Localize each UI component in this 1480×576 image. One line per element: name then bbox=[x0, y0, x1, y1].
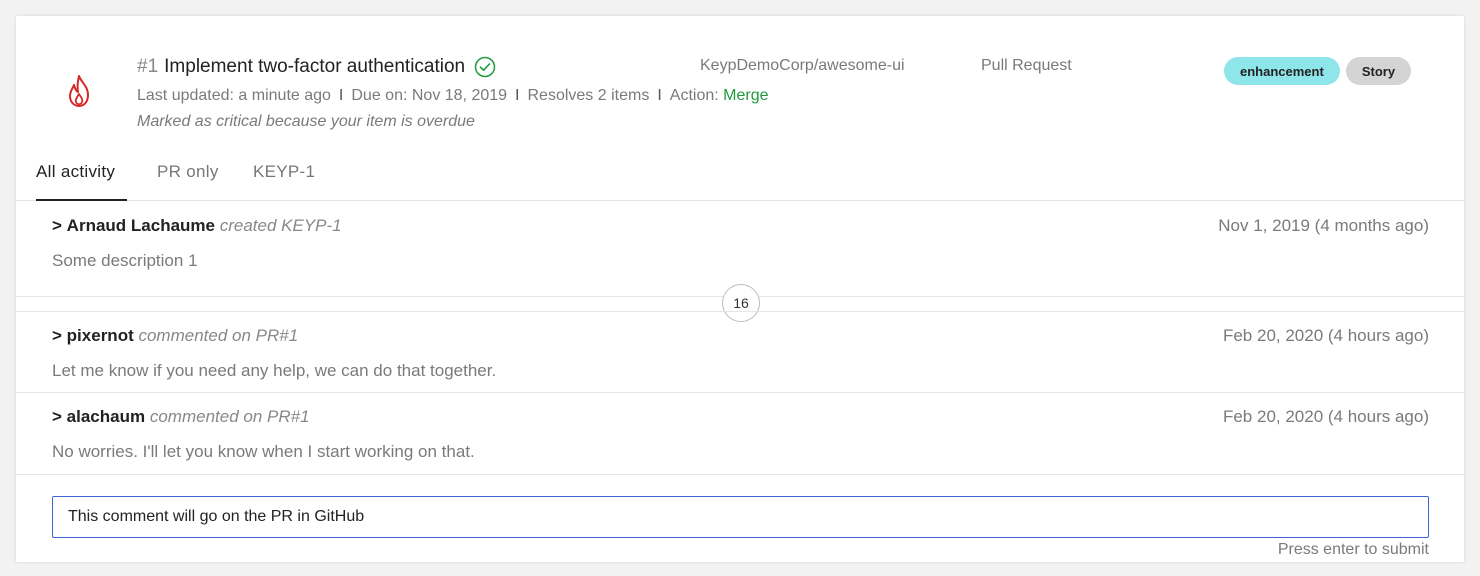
separator: I bbox=[515, 87, 520, 104]
separator: I bbox=[657, 87, 662, 104]
action-value: Merge bbox=[723, 87, 769, 104]
activity-entry: > pixernot commented on PR#1 Feb 20, 202… bbox=[16, 311, 1464, 393]
activity-tabs: All activity PR only KEYP-1 bbox=[16, 162, 1464, 201]
badge-story[interactable]: Story bbox=[1345, 57, 1412, 85]
badge-enhancement[interactable]: enhancement bbox=[1224, 57, 1340, 85]
activity-verb: created KEYP-1 bbox=[219, 216, 342, 235]
activity-verb: commented on PR#1 bbox=[138, 326, 299, 345]
activity-author: pixernot bbox=[66, 326, 134, 345]
expand-caret[interactable]: > bbox=[52, 407, 62, 426]
issue-number: #1 bbox=[137, 56, 159, 77]
separator: I bbox=[338, 87, 344, 104]
action-label: Action: bbox=[669, 87, 719, 104]
repo-name[interactable]: KeypDemoCorp/awesome-ui bbox=[700, 57, 905, 75]
expand-caret[interactable]: > bbox=[52, 216, 62, 235]
last-updated: Last updated: a minute ago bbox=[137, 87, 331, 104]
critical-note: Marked as critical because your item is … bbox=[137, 113, 475, 130]
activity-header[interactable]: > pixernot commented on PR#1 bbox=[52, 326, 298, 346]
activity-date: Nov 1, 2019 (4 months ago) bbox=[1218, 216, 1429, 235]
item-type: Pull Request bbox=[981, 57, 1072, 74]
tab-pr-only[interactable]: PR only bbox=[157, 162, 219, 201]
activity-body: No worries. I'll let you know when I sta… bbox=[52, 442, 475, 461]
tab-all-activity[interactable]: All activity bbox=[36, 162, 127, 201]
due-date: Due on: Nov 18, 2019 bbox=[351, 87, 508, 104]
activity-header[interactable]: > alachaum commented on PR#1 bbox=[52, 407, 310, 427]
label-badges: enhancement Story bbox=[1224, 57, 1412, 85]
activity-body: Some description 1 bbox=[52, 251, 198, 270]
activity-author: alachaum bbox=[66, 407, 146, 426]
activity-verb: commented on PR#1 bbox=[149, 407, 310, 426]
issue-meta: Last updated: a minute ago I Due on: Nov 1… bbox=[137, 87, 769, 105]
flame-icon bbox=[69, 75, 89, 107]
activity-date: Feb 20, 2020 (4 hours ago) bbox=[1222, 407, 1429, 426]
issue-title-row: #1 Implement two-factor authentication bbox=[137, 56, 496, 78]
tab-keyp-1[interactable]: KEYP-1 bbox=[253, 162, 315, 201]
comment-input[interactable] bbox=[52, 496, 1429, 538]
activity-author: Arnaud Lachaume bbox=[66, 216, 215, 235]
activity-header[interactable]: > Arnaud Lachaume created KEYP-1 bbox=[52, 216, 342, 236]
resolves-count: Resolves 2 items bbox=[527, 87, 650, 104]
activity-body: Let me know if you need any help, we can… bbox=[52, 361, 497, 380]
issue-card: #1 Implement two-factor authentication L… bbox=[16, 16, 1464, 562]
activity-date: Feb 20, 2020 (4 hours ago) bbox=[1222, 326, 1429, 345]
activity-entry: > alachaum commented on PR#1 Feb 20, 202… bbox=[16, 393, 1464, 475]
check-circle-icon bbox=[474, 56, 496, 78]
submit-hint: Press enter to submit bbox=[1277, 541, 1429, 558]
expand-caret[interactable]: > bbox=[52, 326, 62, 345]
activity-entry: > Arnaud Lachaume created KEYP-1 Nov 1, … bbox=[16, 202, 1464, 297]
issue-title[interactable]: Implement two-factor authentication bbox=[164, 56, 465, 78]
